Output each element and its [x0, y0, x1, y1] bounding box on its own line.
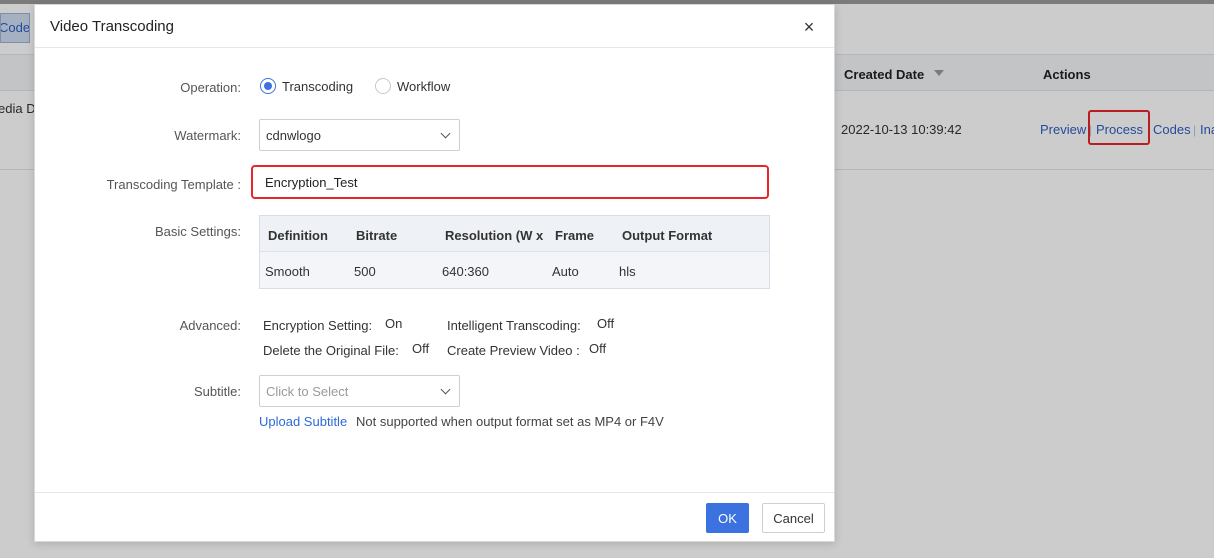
advanced-label: Advanced:	[179, 318, 241, 333]
cell-definition: Smooth	[265, 264, 310, 279]
operation-label: Operation:	[180, 80, 241, 95]
chevron-down-icon	[440, 128, 451, 139]
radio-transcoding[interactable]	[260, 78, 276, 94]
column-header-bitrate: Bitrate	[356, 228, 398, 243]
subtitle-label: Subtitle:	[194, 384, 241, 399]
radio-workflow[interactable]	[375, 78, 391, 94]
encryption-setting-label: Encryption Setting:	[263, 318, 373, 333]
transcoding-template-value: Encryption_Test	[265, 175, 358, 190]
intelligent-transcoding-label: Intelligent Transcoding:	[447, 318, 581, 333]
close-icon[interactable]: ×	[800, 18, 818, 36]
radio-transcoding-label[interactable]: Transcoding	[282, 79, 353, 94]
upload-subtitle-note: Not supported when output format set as …	[356, 414, 664, 429]
subtitle-select[interactable]: Click to Select	[259, 375, 460, 407]
subtitle-select-placeholder: Click to Select	[266, 384, 349, 399]
cancel-button[interactable]: Cancel	[762, 503, 825, 533]
create-preview-video-label: Create Preview Video :	[447, 343, 580, 358]
cell-bitrate: 500	[354, 264, 376, 279]
transcoding-template-field[interactable]: Encryption_Test	[251, 165, 769, 199]
basic-settings-table: Definition Bitrate Resolution (W x Frame…	[259, 215, 770, 289]
dialog-header: Video Transcoding ×	[35, 5, 834, 48]
column-header-definition: Definition	[268, 228, 328, 243]
cell-frame: Auto	[552, 264, 579, 279]
cell-output-format: hls	[619, 264, 636, 279]
settings-table-header: Definition Bitrate Resolution (W x Frame…	[260, 216, 769, 252]
dialog-title: Video Transcoding	[50, 18, 174, 35]
delete-original-file-label: Delete the Original File:	[263, 343, 399, 358]
video-transcoding-dialog: Video Transcoding × Operation: Transcodi…	[34, 4, 835, 542]
encryption-setting-value: On	[385, 316, 403, 331]
upload-subtitle-link[interactable]: Upload Subtitle	[259, 414, 347, 429]
basic-settings-label: Basic Settings:	[155, 224, 241, 239]
create-preview-video-value: Off	[589, 341, 607, 356]
transcoding-template-label: Transcoding Template :	[106, 177, 241, 192]
ok-button[interactable]: OK	[706, 503, 749, 533]
watermark-select-value: cdnwlogo	[266, 128, 321, 143]
column-header-output-format: Output Format	[622, 228, 713, 243]
watermark-label: Watermark:	[174, 128, 241, 143]
dialog-footer: OK Cancel	[35, 492, 834, 541]
column-header-resolution: Resolution (W x	[445, 228, 544, 243]
cell-resolution: 640:360	[442, 264, 489, 279]
radio-workflow-label[interactable]: Workflow	[397, 79, 450, 94]
intelligent-transcoding-value: Off	[597, 316, 615, 331]
delete-original-file-value: Off	[412, 341, 430, 356]
chevron-down-icon	[440, 384, 451, 395]
column-header-frame: Frame	[555, 228, 595, 243]
watermark-select[interactable]: cdnwlogo	[259, 119, 460, 151]
